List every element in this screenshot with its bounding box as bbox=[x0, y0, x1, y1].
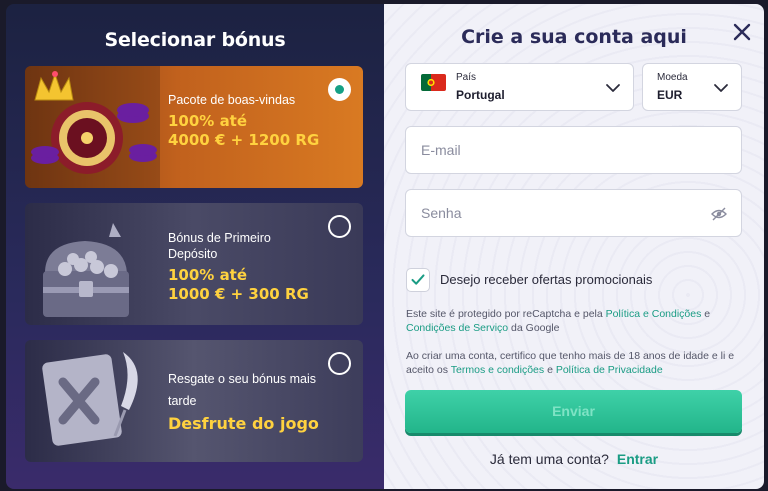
password-field[interactable]: Senha bbox=[405, 189, 742, 237]
promo-checkbox[interactable] bbox=[406, 268, 430, 292]
terms-conditions-link[interactable]: Termos e condições bbox=[451, 364, 544, 376]
card-subtitle: Resgate o seu bónus mais tarde bbox=[168, 372, 317, 408]
login-prompt-text: Já tem uma conta? bbox=[489, 451, 609, 467]
submit-button[interactable]: Enviar bbox=[405, 390, 742, 433]
card-subtitle: Pacote de boas-vindas bbox=[168, 93, 296, 107]
chevron-down-icon bbox=[714, 84, 728, 92]
page-title: Crie a sua conta aqui bbox=[461, 26, 687, 48]
bonus-panel-title: Selecionar bónus bbox=[104, 29, 286, 51]
radio-unselected[interactable] bbox=[328, 352, 351, 375]
card-highlight: 4000 € + 1200 RG bbox=[168, 131, 320, 149]
email-field[interactable]: E-mail bbox=[405, 126, 742, 174]
card-highlight: Desfrute do jogo bbox=[168, 414, 319, 433]
currency-select[interactable]: Moeda EUR bbox=[642, 63, 742, 111]
currency-label: Moeda bbox=[657, 72, 688, 83]
currency-value: EUR bbox=[657, 88, 683, 102]
email-placeholder: E-mail bbox=[421, 142, 461, 158]
registration-modal: Selecionar bónus Pacote de boas-vindas 1… bbox=[6, 4, 764, 489]
recaptcha-text: e bbox=[701, 308, 711, 320]
policy-conditions-link[interactable]: Política e Condições bbox=[606, 308, 702, 320]
terms-text: e bbox=[544, 364, 556, 376]
recaptcha-note: Este site é protegido por reCaptcha e pe… bbox=[406, 307, 746, 335]
card-highlight: 100% até bbox=[168, 112, 248, 130]
terms-of-service-link[interactable]: Condições de Serviço bbox=[406, 322, 508, 334]
bonus-card-welcome[interactable]: Pacote de boas-vindas 100% até 4000 € + … bbox=[25, 66, 363, 188]
login-prompt: Já tem uma conta? Entrar bbox=[384, 451, 764, 467]
login-link[interactable]: Entrar bbox=[617, 451, 658, 467]
eye-hidden-icon[interactable] bbox=[711, 207, 727, 221]
bonus-card-first-deposit[interactable]: Bónus de Primeiro Depósito 100% até 1000… bbox=[25, 203, 363, 325]
privacy-policy-link[interactable]: Política de Privacidade bbox=[556, 364, 663, 376]
bonus-card-later[interactable]: Resgate o seu bónus mais tarde Desfrute … bbox=[25, 340, 363, 462]
treasure-chest-icon bbox=[43, 223, 129, 317]
chevron-down-icon bbox=[606, 84, 620, 92]
radio-unselected[interactable] bbox=[328, 215, 351, 238]
radio-selected[interactable] bbox=[328, 78, 351, 101]
card-highlight: 1000 € + 300 RG bbox=[168, 285, 309, 303]
checkmark-icon bbox=[411, 274, 425, 285]
country-select[interactable]: País Portugal bbox=[405, 63, 634, 111]
password-placeholder: Senha bbox=[421, 205, 462, 221]
country-value: Portugal bbox=[456, 88, 505, 102]
registration-panel: Crie a sua conta aqui País Portugal Moed… bbox=[384, 4, 764, 489]
promo-label: Desejo receber ofertas promocionais bbox=[440, 272, 653, 287]
country-label: País bbox=[456, 72, 477, 83]
card-highlight: 100% até bbox=[168, 266, 248, 284]
bonus-panel: Selecionar bónus Pacote de boas-vindas 1… bbox=[6, 4, 384, 489]
roulette-crown-icon bbox=[25, 66, 160, 188]
terms-note: Ao criar uma conta, certifico que tenho … bbox=[406, 349, 746, 377]
recaptcha-text: da Google bbox=[508, 322, 560, 334]
portugal-flag-icon bbox=[421, 74, 446, 91]
recaptcha-text: Este site é protegido por reCaptcha e pe… bbox=[406, 308, 606, 320]
card-subtitle: Bónus de Primeiro Depósito bbox=[168, 231, 271, 261]
scroll-quill-icon bbox=[42, 352, 138, 446]
